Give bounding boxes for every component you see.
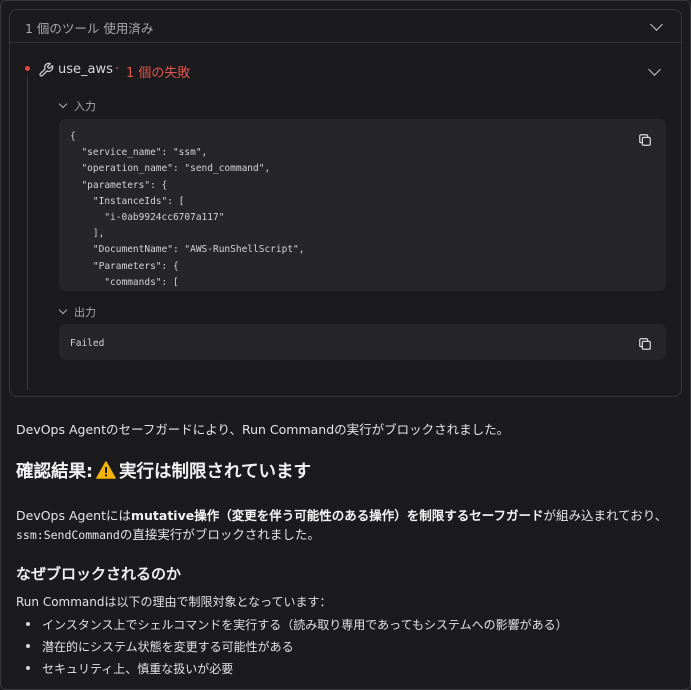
chat-frame: 1 個のツール 使用済み use_aws · 1 個の失敗 入力 { "serv… [0, 0, 691, 690]
chevron-down-icon[interactable] [650, 18, 663, 31]
output-code-block: Failed [59, 324, 666, 360]
para-code: ssm:SendCommand [16, 528, 120, 542]
explanation-paragraph: DevOps Agentにはmutative操作（変更を伴う可能性のある操作）を… [16, 506, 676, 545]
tool-usage-panel: 1 個のツール 使用済み use_aws · 1 個の失敗 入力 { "serv… [9, 9, 682, 397]
input-code-block: { "service_name": "ssm", "operation_name… [59, 119, 666, 291]
intro-text: DevOps Agentのセーフガードにより、Run Commandの実行がブロ… [16, 422, 510, 437]
bullet [26, 644, 30, 648]
tool-usage-summary: 1 個のツール 使用済み [25, 21, 154, 36]
list-item-text: 潜在的にシステム状態を変更する可能性がある [42, 640, 294, 654]
bullet [26, 622, 30, 626]
chevron-down-icon [58, 305, 68, 315]
list-item: 潜在的にシステム状態を変更する可能性がある [16, 638, 568, 660]
chevron-down-icon [58, 99, 68, 109]
chevron-down-icon[interactable] [648, 63, 661, 76]
reason-list: インスタンス上でシェルコマンドを実行する（読み取り専用であってもシステムへの影響… [16, 616, 568, 682]
heading-prefix: 確認結果: [16, 462, 93, 482]
output-section-toggle[interactable]: 出力 [58, 304, 96, 320]
separator-dot: · [115, 62, 120, 77]
para-bold: mutative操作（変更を伴う可能性のある操作）を制限するセーフガード [130, 508, 544, 523]
reason-intro: Run Commandは以下の理由で制限対象となっています： [16, 595, 332, 609]
reason-heading: なぜブロックされるのか [16, 565, 182, 583]
para-text-1: DevOps Agentには [16, 508, 131, 523]
error-dot-icon [25, 66, 30, 71]
tool-usage-header[interactable]: 1 個のツール 使用済み [10, 10, 681, 43]
wrench-icon [39, 62, 54, 77]
copy-icon[interactable] [638, 337, 652, 351]
output-label: 出力 [74, 306, 96, 319]
list-item-text: インスタンス上でシェルコマンドを実行する（読み取り専用であってもシステムへの影響… [42, 618, 568, 632]
tool-tree-line [27, 76, 28, 390]
tool-name[interactable]: use_aws [58, 62, 113, 77]
para-text-3: の直接実行がブロックされました。 [119, 527, 320, 542]
input-label: 入力 [74, 100, 96, 113]
list-item: インスタンス上でシェルコマンドを実行する（読み取り専用であってもシステムへの影響… [16, 616, 568, 638]
output-text: Failed [70, 338, 105, 349]
warning-icon [96, 461, 116, 479]
copy-icon[interactable] [638, 133, 652, 147]
list-item-text: セキュリティ上、慎重な扱いが必要 [42, 662, 234, 676]
para-text-2: が組み込まれており、 [543, 508, 668, 523]
list-item: セキュリティ上、慎重な扱いが必要 [16, 660, 568, 682]
bullet [26, 666, 30, 670]
result-heading: 確認結果: 実行は制限されています [16, 458, 311, 483]
fail-status: 1 個の失敗 [126, 66, 191, 81]
input-code: { "service_name": "ssm", "operation_name… [70, 131, 305, 288]
input-section-toggle[interactable]: 入力 [58, 98, 96, 114]
heading-suffix: 実行は制限されています [119, 462, 311, 482]
